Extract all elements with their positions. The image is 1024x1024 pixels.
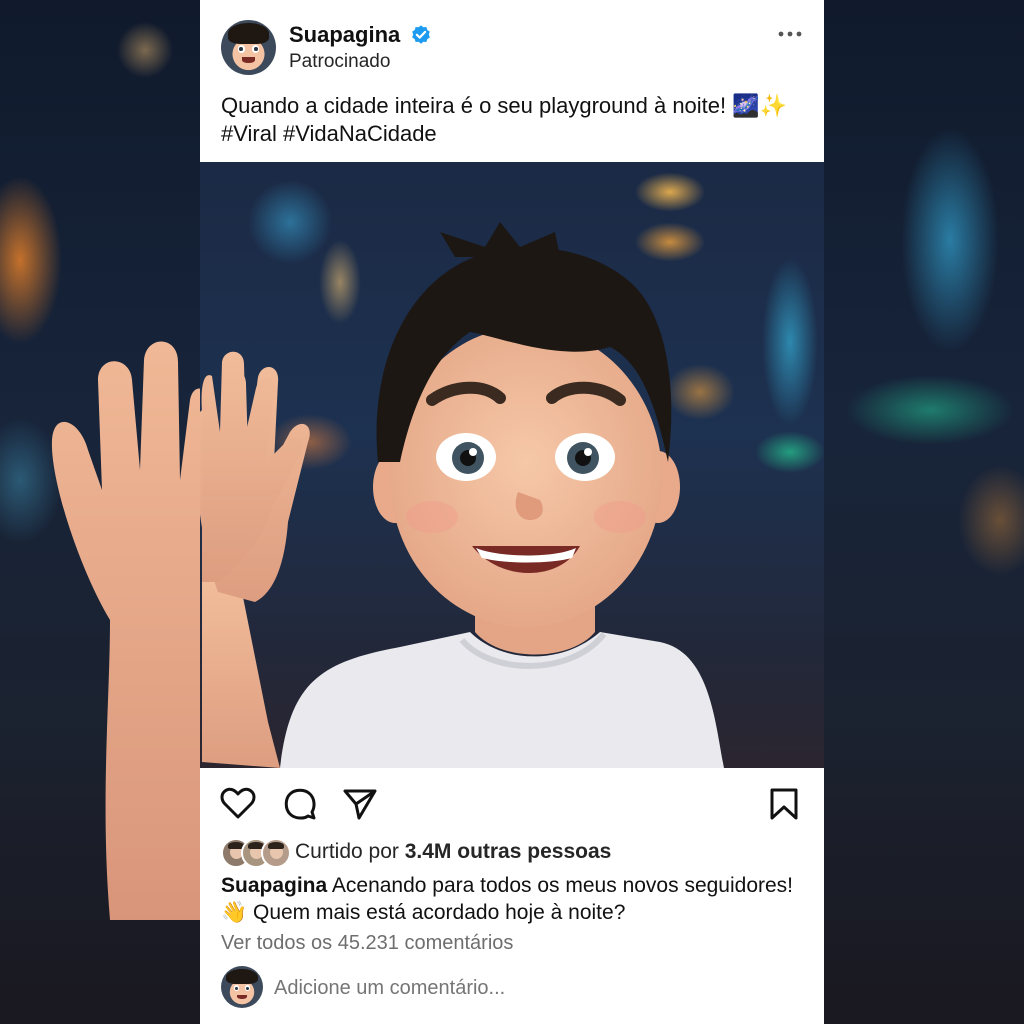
- verified-badge-icon: [412, 25, 430, 44]
- more-horizontal-icon: [778, 31, 802, 37]
- sponsored-label: Patrocinado: [289, 51, 391, 72]
- bookmark-icon[interactable]: [766, 786, 802, 822]
- add-comment-row: [221, 966, 811, 1010]
- likes-prefix: Curtido por: [295, 840, 405, 863]
- post-image[interactable]: [200, 162, 824, 768]
- comment-bubble-icon[interactable]: [282, 786, 318, 822]
- post-header: Suapagina Patrocinado: [200, 0, 824, 80]
- page-avatar[interactable]: [221, 20, 276, 75]
- caption-username[interactable]: Suapagina: [221, 874, 327, 897]
- post-card: Suapagina Patrocinado Quando a cidade in…: [200, 0, 824, 1024]
- blurred-waving-hand: [51, 341, 210, 920]
- liker-avatar: [261, 838, 291, 868]
- more-options-button[interactable]: [776, 24, 804, 44]
- heart-icon[interactable]: [220, 786, 256, 822]
- post-caption-top: Quando a cidade inteira é o seu playgrou…: [221, 92, 811, 148]
- caption-text: Quando a cidade inteira é o seu playgrou…: [221, 93, 788, 118]
- add-comment-input[interactable]: [274, 977, 774, 1000]
- paper-plane-icon[interactable]: [342, 786, 378, 822]
- post-caption: Suapagina Acenando para todos os meus no…: [221, 872, 811, 926]
- likes-count[interactable]: Curtido por 3.4M outras pessoas: [295, 840, 611, 864]
- current-user-avatar: [221, 966, 263, 1008]
- caption-hashtags[interactable]: #Viral #VidaNaCidade: [221, 120, 811, 148]
- waving-boy-illustration: [200, 222, 724, 768]
- likes-row: Curtido por 3.4M outras pessoas: [221, 838, 821, 868]
- view-all-comments-link[interactable]: Ver todos os 45.231 comentários: [221, 932, 513, 955]
- likes-number: 3.4M outras pessoas: [404, 840, 612, 863]
- page-name-link[interactable]: Suapagina: [289, 22, 400, 48]
